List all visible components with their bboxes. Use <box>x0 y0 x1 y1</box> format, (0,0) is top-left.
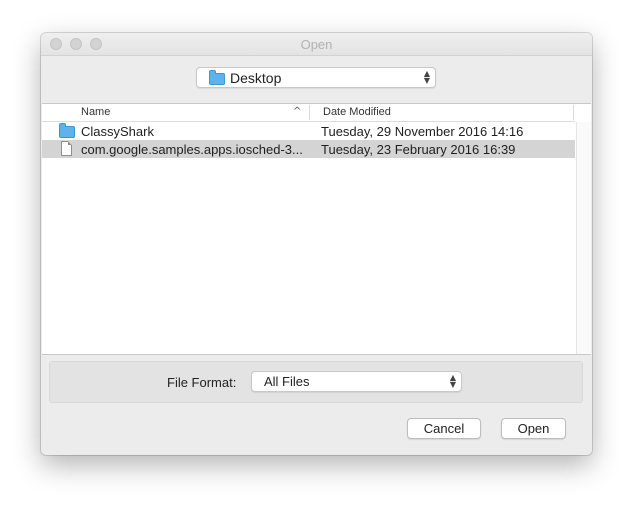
chevron-updown-icon: ▲ ▼ <box>423 69 431 85</box>
column-divider[interactable] <box>309 105 310 120</box>
file-row-iosched[interactable]: com.google.samples.apps.iosched-3... Tue… <box>42 140 575 158</box>
file-format-dropdown[interactable]: All Files ▲ ▼ <box>251 371 462 392</box>
location-dropdown[interactable]: Desktop ▲ ▼ <box>196 67 436 88</box>
folder-icon <box>209 70 225 85</box>
document-icon <box>61 141 72 156</box>
folder-icon <box>59 123 75 138</box>
chevron-updown-icon: ▲ ▼ <box>449 373 457 389</box>
sort-ascending-icon[interactable]: ^ <box>293 106 301 117</box>
column-header-name[interactable]: Name <box>81 106 110 118</box>
file-row-classyshark[interactable]: ClassyShark Tuesday, 29 November 2016 14… <box>42 122 575 140</box>
file-date-modified: Tuesday, 29 November 2016 14:16 <box>321 124 524 139</box>
file-format-value: All Files <box>264 374 310 389</box>
vertical-scrollbar[interactable] <box>576 122 591 354</box>
cancel-button[interactable]: Cancel <box>407 418 481 439</box>
column-header-date-modified[interactable]: Date Modified <box>323 106 391 118</box>
file-date-modified: Tuesday, 23 February 2016 16:39 <box>321 142 516 157</box>
location-label: Desktop <box>230 70 282 86</box>
column-header-row: Name ^ Date Modified <box>42 104 575 122</box>
window-title: Open <box>300 37 333 52</box>
file-list[interactable]: Name ^ Date Modified ClassyShark Tuesday… <box>42 103 591 355</box>
file-format-label: File Format: <box>167 375 237 390</box>
open-button[interactable]: Open <box>501 418 566 439</box>
file-name: com.google.samples.apps.iosched-3... <box>81 142 303 157</box>
column-divider[interactable] <box>573 105 574 120</box>
file-format-panel: File Format: All Files ▲ ▼ <box>49 361 583 403</box>
title-bar[interactable]: Open <box>41 33 592 56</box>
file-name: ClassyShark <box>81 124 154 139</box>
open-dialog: Open Desktop ▲ ▼ Name ^ Date Modified Cla… <box>41 33 592 455</box>
